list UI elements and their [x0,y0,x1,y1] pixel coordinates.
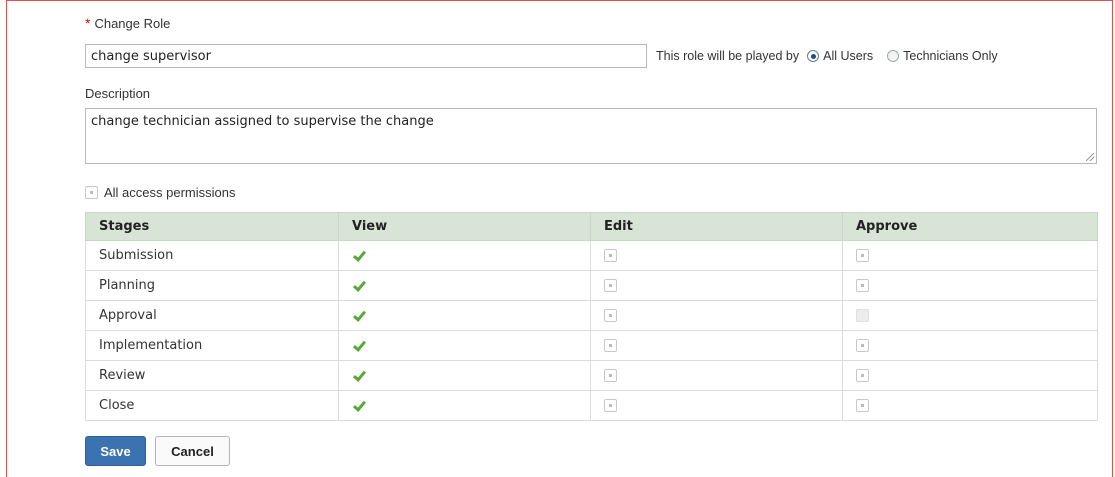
edit-cell [590,240,843,271]
approve-cell [842,300,1098,331]
cancel-button[interactable]: Cancel [155,436,230,466]
stage-cell: Planning [85,270,339,301]
table-row: Close [85,390,1098,421]
approve-checkbox[interactable] [856,369,869,382]
resize-grip-icon[interactable] [1086,153,1094,161]
edit-cell [590,360,843,391]
approve-cell [842,360,1098,391]
view-checked-icon[interactable] [352,399,365,412]
table-row: Review [85,360,1098,391]
technicians-only-label[interactable]: Technicians Only [903,49,998,63]
permissions-table: Stages View Edit Approve Submission Plann… [85,212,1098,421]
change-role-label: * Change Role [85,15,170,31]
view-cell [338,300,591,331]
header-stages: Stages [85,212,339,241]
edit-cell [590,270,843,301]
stage-cell: Submission [85,240,339,271]
approve-checkbox[interactable] [856,339,869,352]
view-checked-icon[interactable] [352,279,365,292]
description-label: Description [85,86,151,101]
description-textarea[interactable]: change technician assigned to supervise … [85,108,1097,164]
technicians-only-radio[interactable] [887,50,900,62]
view-cell [338,360,591,391]
approve-checkbox[interactable] [856,399,869,412]
all-users-label[interactable]: All Users [823,49,873,63]
view-cell [338,240,591,271]
edit-checkbox[interactable] [604,249,617,262]
change-role-input[interactable] [85,44,647,68]
view-checked-icon[interactable] [352,309,365,322]
description-text: change technician assigned to supervise … [91,114,434,129]
edit-checkbox[interactable] [604,369,617,382]
view-checked-icon[interactable] [352,249,365,262]
all-access-checkbox[interactable] [85,186,98,199]
save-button[interactable]: Save [85,436,146,466]
required-marker: * [85,15,91,31]
edit-cell [590,330,843,361]
table-row: Approval [85,300,1098,331]
view-cell [338,270,591,301]
edit-checkbox[interactable] [604,399,617,412]
approve-cell [842,240,1098,271]
edit-checkbox[interactable] [604,309,617,322]
table-row: Implementation [85,330,1098,361]
table-row: Submission [85,240,1098,271]
all-access-label: All access permissions [104,185,236,200]
stage-cell: Close [85,390,339,421]
approve-checkbox [856,309,869,322]
edit-cell [590,390,843,421]
header-edit: Edit [590,212,843,241]
change-role-label-text: Change Role [94,16,171,31]
stage-cell: Review [85,360,339,391]
approve-cell [842,390,1098,421]
edit-checkbox[interactable] [604,279,617,292]
approve-cell [842,270,1098,301]
header-view: View [338,212,591,241]
approve-checkbox[interactable] [856,249,869,262]
view-cell [338,330,591,361]
approve-cell [842,330,1098,361]
view-checked-icon[interactable] [352,369,365,382]
table-header-row: Stages View Edit Approve [85,212,1098,241]
played-by-group: This role will be played by All Users Te… [656,49,1004,63]
edit-cell [590,300,843,331]
table-row: Planning [85,270,1098,301]
approve-checkbox[interactable] [856,279,869,292]
edit-checkbox[interactable] [604,339,617,352]
header-approve: Approve [842,212,1098,241]
stage-cell: Approval [85,300,339,331]
view-checked-icon[interactable] [352,339,365,352]
all-users-radio[interactable] [807,50,820,62]
played-by-label: This role will be played by [656,49,800,63]
stage-cell: Implementation [85,330,339,361]
all-access-permissions[interactable]: All access permissions [85,185,236,200]
view-cell [338,390,591,421]
